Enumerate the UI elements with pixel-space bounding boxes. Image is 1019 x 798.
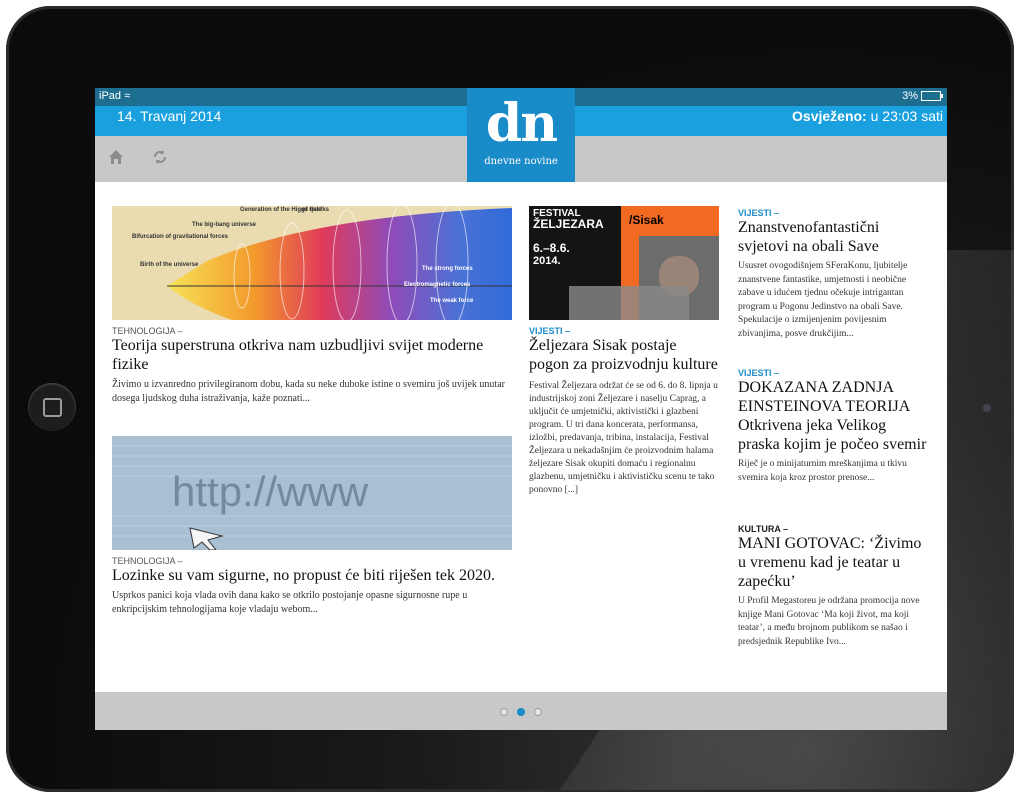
battery-percent: 3%	[902, 90, 918, 102]
article-excerpt: Festival Željezara održat će se od 6. do…	[529, 381, 718, 495]
refresh-status: Osvježeno: u 23:03 sati	[792, 108, 943, 124]
article-image-www: http://www	[112, 436, 512, 550]
article-card[interactable]: Bifurcation of gravitational forces Birt…	[112, 206, 512, 406]
article-image-physics: Bifurcation of gravitational forces Birt…	[112, 206, 512, 320]
camera-dot	[983, 404, 991, 412]
page-dot[interactable]	[534, 708, 542, 716]
article-headline[interactable]: DOKAZANA ZADNJA EINSTEINOVA TEORIJA Otkr…	[738, 378, 930, 454]
poster-place: /Sisak	[629, 213, 664, 227]
logo-mark: dn	[485, 93, 558, 154]
article-excerpt: U Profil Megastoreu je održana promocija…	[738, 596, 920, 647]
article-category: TEHNOLOGIJA –	[112, 326, 183, 336]
label-bifurcation: Bifurcation of gravitational forces	[132, 234, 229, 240]
battery-icon	[921, 91, 943, 101]
article-excerpt: Ususret ovogodišnjem SFeraKonu, ljubitel…	[738, 261, 908, 339]
poster-year: 2014.	[533, 255, 561, 267]
article-headline[interactable]: MANI GOTOVAC: ‘Živimo u vremenu kad je t…	[738, 534, 930, 591]
festival-poster: FESTIVAL ŽELJEZARA /Sisak 6.–8.6. 2014.	[529, 206, 719, 320]
article-excerpt: Riječ je o minijaturnim mreškanjima u tk…	[738, 459, 907, 483]
screen: iPad ≈ 23:03 3% 14. Travanj 2014 Osvježe…	[95, 88, 947, 730]
home-icon[interactable]	[108, 149, 124, 165]
article-category: TEHNOLOGIJA –	[112, 556, 183, 566]
article-card[interactable]: VIJESTI – DOKAZANA ZADNJA EINSTEINOVA TE…	[738, 362, 930, 485]
article-category: VIJESTI –	[738, 368, 780, 378]
label-quarks: of quarks	[302, 207, 330, 213]
refreshed-time: u 23:03 sati	[870, 108, 943, 124]
label-em: Electromagnetic forces	[404, 282, 471, 288]
pagination-bar	[95, 692, 947, 730]
label-birth: Birth of the universe	[140, 262, 199, 268]
article-headline[interactable]: Teorija superstruna otkriva nam uzbudlji…	[112, 336, 512, 374]
refreshed-label: Osvježeno:	[792, 108, 867, 124]
article-card[interactable]: http://www TEHNOLOGIJA – Lozinke su vam …	[112, 436, 512, 617]
article-category: VIJESTI –	[529, 326, 571, 336]
article-card[interactable]: KULTURA – MANI GOTOVAC: ‘Živimo u vremen…	[738, 518, 930, 649]
poster-line2: ŽELJEZARA	[533, 216, 604, 231]
www-text: http://www	[172, 468, 369, 515]
label-strong: The strong forces	[422, 266, 473, 272]
article-card[interactable]: FESTIVAL ŽELJEZARA /Sisak 6.–8.6. 2014. …	[529, 206, 719, 497]
poster-dates: 6.–8.6.	[533, 241, 570, 255]
date-label: 14. Travanj 2014	[117, 108, 222, 124]
reload-icon[interactable]	[151, 148, 169, 166]
label-weak: The weak force	[430, 298, 474, 304]
article-category: KULTURA –	[738, 524, 788, 534]
logo-tagline: dnevne novine	[484, 156, 558, 167]
physics-diagram: Bifurcation of gravitational forces Birt…	[132, 206, 512, 320]
article-card[interactable]: VIJESTI – Znanstvenofantastični svjetovi…	[738, 206, 930, 341]
article-headline[interactable]: Željezara Sisak postaje pogon za proizvo…	[529, 336, 719, 374]
page-dot[interactable]	[500, 708, 508, 716]
article-headline[interactable]: Znanstvenofantastični svjetovi na obali …	[738, 218, 930, 256]
article-excerpt: Živimo u izvanredno privilegiranom dobu,…	[112, 379, 505, 404]
content-area: Bifurcation of gravitational forces Birt…	[95, 182, 947, 692]
article-image-festival: FESTIVAL ŽELJEZARA /Sisak 6.–8.6. 2014.	[529, 206, 719, 320]
label-bigbang: The big-bang universe	[192, 222, 257, 228]
page-dot-active[interactable]	[517, 708, 525, 716]
article-excerpt: Usprkos panici koja vlada ovih dana kako…	[112, 590, 468, 615]
home-button-icon	[43, 398, 62, 417]
article-headline[interactable]: Lozinke su vam sigurne, no propust će bi…	[112, 566, 512, 585]
www-image: http://www	[112, 436, 512, 550]
status-right: 3%	[902, 90, 943, 102]
article-category: VIJESTI –	[738, 208, 780, 218]
